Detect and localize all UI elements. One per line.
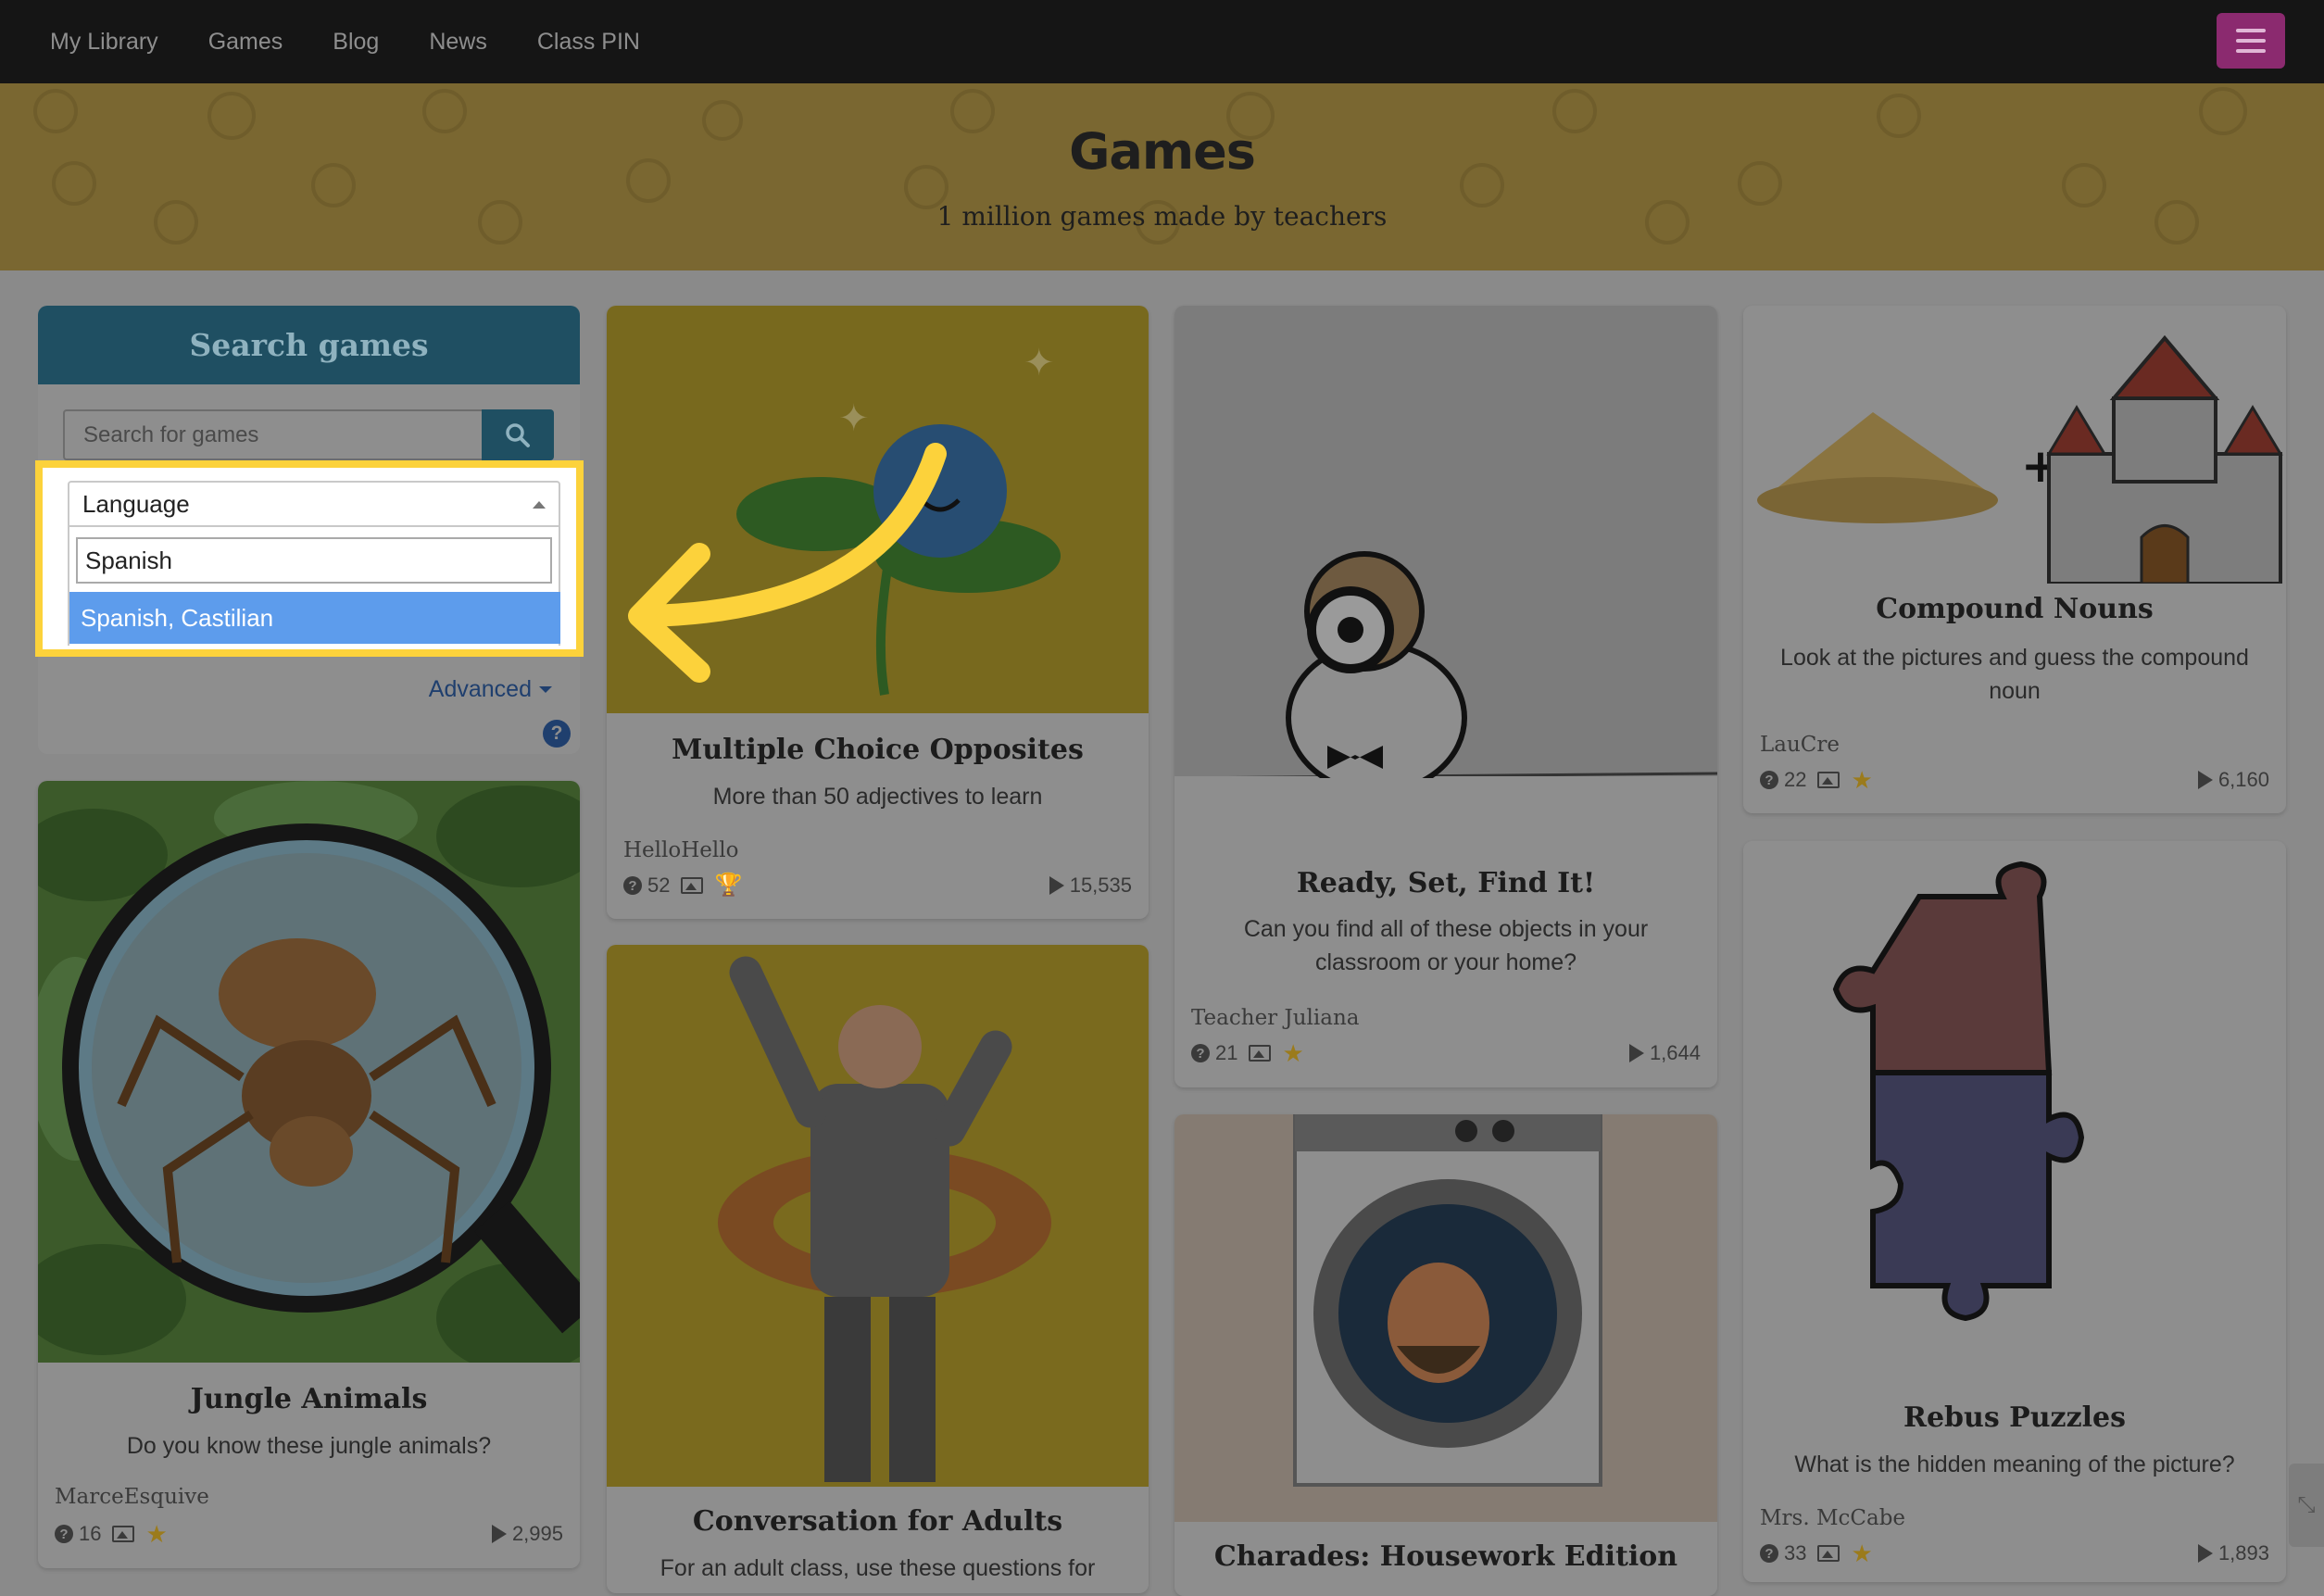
search-icon <box>506 422 530 447</box>
nav-my-library[interactable]: My Library <box>50 29 158 56</box>
card-description: Do you know these jungle animals? <box>126 1433 492 1459</box>
card-author[interactable]: MarceEsquive <box>55 1485 209 1509</box>
washing-machine-image <box>1175 1114 1717 1522</box>
card-meta: ? 33 ★ 1,893 <box>1760 1541 2269 1565</box>
image-icon <box>681 877 704 894</box>
play-count: 1,644 <box>1628 1041 1701 1065</box>
game-card-rebus-puzzles[interactable]: Rebus Puzzles What is the hidden meaning… <box>1743 841 2286 1582</box>
card-meta: ? 52 🏆 15,535 <box>623 873 1132 898</box>
question-count: 52 <box>647 873 671 897</box>
nav-blog[interactable]: Blog <box>333 29 379 56</box>
image-icon <box>1817 1545 1840 1562</box>
hamburger-menu-button[interactable] <box>2217 13 2285 69</box>
game-card-jungle-animals[interactable]: Jungle Animals Do you know these jungle … <box>38 781 580 1568</box>
play-count: 6,160 <box>2197 768 2269 792</box>
card-title: Jungle Animals <box>190 1383 428 1415</box>
page-title: Games <box>1069 122 1256 181</box>
detective-image <box>1175 306 1717 778</box>
flower-image: ✦ ✦ <box>607 306 1149 713</box>
question-count: 22 <box>1784 768 1807 791</box>
card-title: Conversation for Adults <box>692 1505 1063 1538</box>
hero-banner: Games 1 million games made by teachers <box>0 83 2324 270</box>
nav-class-pin[interactable]: Class PIN <box>537 29 640 56</box>
card-meta: ? 22 ★ 6,160 <box>1760 768 2269 792</box>
ant-magnifier-image <box>38 781 580 1363</box>
language-select[interactable]: Language <box>68 481 560 527</box>
image-icon <box>112 1526 135 1542</box>
search-button[interactable] <box>482 409 554 460</box>
caret-up-icon <box>533 501 546 509</box>
card-description: For an adult class, use these questions … <box>660 1555 1096 1581</box>
question-count: 16 <box>79 1522 102 1545</box>
play-icon <box>2197 771 2213 789</box>
sand-castle-image: + <box>1743 306 2286 584</box>
play-icon <box>1628 1044 1644 1062</box>
card-meta: ? 16 ★ 2,995 <box>55 1522 563 1546</box>
collapse-tab-icon[interactable]: ⤡ <box>2289 1464 2324 1547</box>
game-card-compound-nouns[interactable]: + Compound Nouns Look at the pictures an… <box>1743 306 2286 813</box>
page-subtitle: 1 million games made by teachers <box>936 201 1388 232</box>
language-option-spanish-castilian[interactable]: Spanish, Castilian <box>69 592 560 644</box>
nav-games[interactable]: Games <box>208 29 283 56</box>
question-icon: ? <box>1760 771 1778 789</box>
play-count: 2,995 <box>491 1522 563 1546</box>
question-count: 33 <box>1784 1541 1807 1565</box>
card-title: Ready, Set, Find It! <box>1296 867 1596 899</box>
search-row <box>63 409 554 460</box>
star-icon: ★ <box>1282 1039 1304 1067</box>
nav-news[interactable]: News <box>429 29 487 56</box>
play-count: 15,535 <box>1049 873 1132 898</box>
search-panel-title: Search games <box>38 306 580 384</box>
svg-text:✦: ✦ <box>1024 342 1055 384</box>
puzzle-pieces-image <box>1743 841 2286 1360</box>
card-author[interactable]: Mrs. McCabe <box>1760 1506 1905 1530</box>
play-icon <box>1049 876 1064 895</box>
card-description: What is the hidden meaning of the pictur… <box>1794 1451 2235 1477</box>
question-count: 21 <box>1215 1041 1238 1064</box>
advanced-label: Advanced <box>428 676 532 702</box>
star-icon: ★ <box>1851 1539 1873 1567</box>
caret-down-icon <box>539 686 552 693</box>
svg-text:✦: ✦ <box>838 397 870 440</box>
card-title: Compound Nouns <box>1876 593 2154 625</box>
image-icon <box>1817 772 1840 788</box>
card-title: Charades: Housework Edition <box>1213 1540 1678 1573</box>
play-icon <box>491 1525 507 1543</box>
question-icon: ? <box>623 876 642 895</box>
play-icon <box>2197 1544 2213 1563</box>
help-icon[interactable]: ? <box>543 720 571 748</box>
game-card-conversation-for-adults[interactable]: Conversation for Adults For an adult cla… <box>607 945 1149 1593</box>
search-input[interactable] <box>63 409 482 460</box>
star-icon: ★ <box>1851 766 1873 794</box>
language-dropdown-highlight: Language Spanish, Castilian <box>35 460 584 657</box>
trophy-icon: 🏆 <box>714 873 743 898</box>
card-author[interactable]: HelloHello <box>623 838 738 862</box>
question-icon: ? <box>1760 1544 1778 1563</box>
top-navbar: My Library Games Blog News Class PIN <box>0 0 2324 83</box>
hamburger-icon <box>2236 29 2266 32</box>
dancing-man-image <box>607 945 1149 1487</box>
card-author[interactable]: LauCre <box>1760 733 1840 757</box>
advanced-toggle[interactable]: Advanced <box>429 676 552 703</box>
card-meta: ? 21 ★ 1,644 <box>1191 1041 1701 1065</box>
card-description: Can you find all of these objects in you… <box>1243 916 1649 975</box>
card-title: Multiple Choice Opposites <box>672 734 1084 766</box>
card-title: Rebus Puzzles <box>1903 1401 2126 1434</box>
card-author[interactable]: Teacher Juliana <box>1191 1006 1359 1030</box>
game-card-ready-set-find-it[interactable]: Ready, Set, Find It! Can you find all of… <box>1175 306 1717 1087</box>
question-icon: ? <box>1191 1044 1210 1062</box>
star-icon: ★ <box>145 1520 168 1548</box>
play-count: 1,893 <box>2197 1541 2269 1565</box>
language-search-input[interactable] <box>76 537 552 584</box>
language-select-label: Language <box>82 489 190 518</box>
image-icon <box>1249 1045 1272 1062</box>
game-card-multiple-choice-opposites[interactable]: ✦ ✦ Multiple Choice Opposites More than … <box>607 306 1149 919</box>
card-description: Look at the pictures and guess the compo… <box>1780 645 2249 704</box>
card-description: More than 50 adjectives to learn <box>712 784 1043 810</box>
question-icon: ? <box>55 1525 73 1543</box>
game-card-charades-housework[interactable]: Charades: Housework Edition <box>1175 1114 1717 1596</box>
